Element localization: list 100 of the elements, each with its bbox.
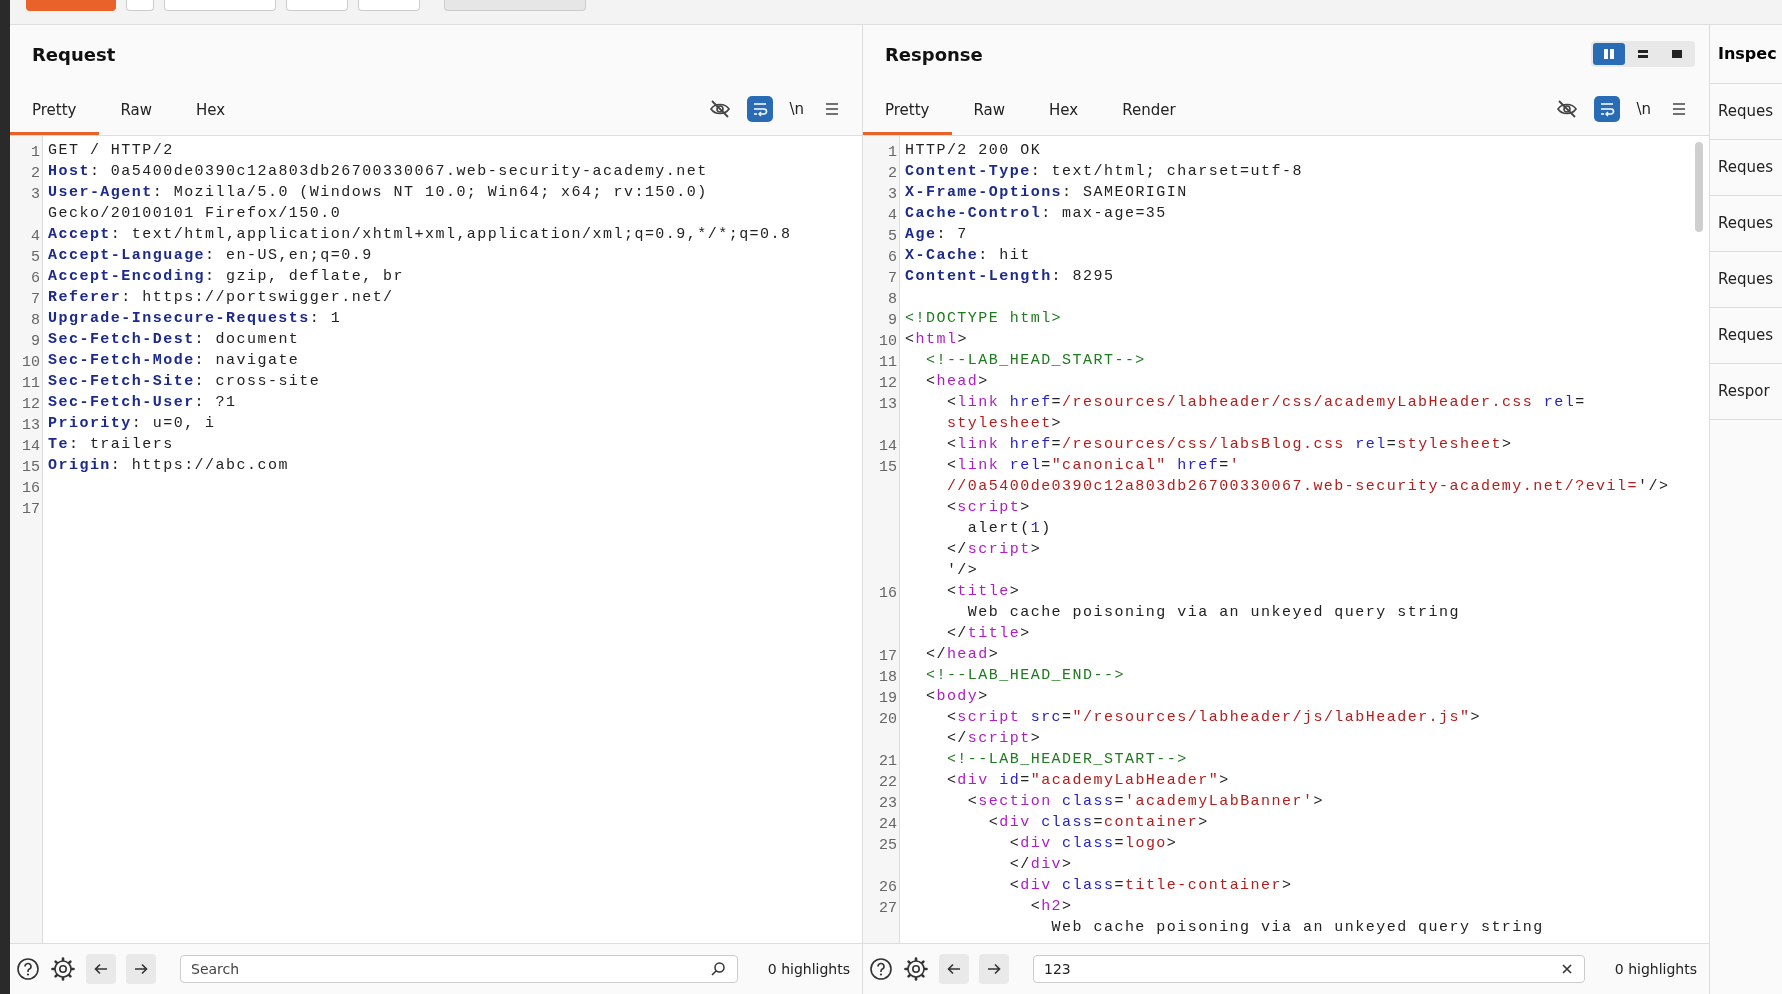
line-number: 11 bbox=[22, 374, 40, 392]
panel-title: Response bbox=[885, 43, 983, 65]
editor-tab[interactable]: Raw bbox=[98, 83, 175, 135]
line-number: 17 bbox=[22, 500, 40, 518]
inspector-section[interactable]: Reques bbox=[1710, 252, 1782, 308]
rows-icon bbox=[1637, 48, 1649, 60]
code-line: <!--LAB_HEAD_START--> bbox=[924, 352, 1146, 369]
line-number: 18 bbox=[879, 668, 897, 686]
wrap-icon bbox=[752, 101, 769, 117]
newline-toggle[interactable]: \n bbox=[783, 98, 810, 120]
code-line: Age: 7 bbox=[905, 226, 968, 243]
help-icon[interactable] bbox=[869, 957, 893, 981]
code-line: <div class=title-container> bbox=[1008, 877, 1293, 894]
code-line: <title> bbox=[945, 583, 1021, 600]
line-number: 3 bbox=[888, 185, 897, 203]
line-number: 15 bbox=[22, 458, 40, 476]
line-number: 20 bbox=[879, 710, 897, 728]
line-number: 12 bbox=[879, 374, 897, 392]
code-line: User-Agent: Mozilla/5.0 (Windows NT 10.0; Win64; x64; rv:150.0) bbox=[48, 184, 708, 201]
search-field[interactable]: 123 bbox=[1033, 955, 1585, 983]
code-line: Accept-Encoding: gzip, deflate, br bbox=[48, 268, 405, 285]
line-number: 16 bbox=[22, 479, 40, 497]
menu-icon[interactable] bbox=[824, 101, 840, 117]
inspector-section[interactable]: Reques bbox=[1710, 84, 1782, 140]
highlights-count: 0 highlights bbox=[1614, 961, 1697, 977]
line-number: 5 bbox=[888, 227, 897, 245]
search-icon[interactable] bbox=[709, 961, 726, 977]
line-number: 14 bbox=[22, 437, 40, 455]
arrow-left-icon bbox=[93, 961, 109, 977]
line-number: 8 bbox=[31, 311, 40, 329]
editor-tab[interactable]: Hex bbox=[1027, 83, 1101, 135]
line-number: 15 bbox=[879, 458, 897, 476]
code-line: </title> bbox=[945, 625, 1031, 642]
layout-toggle[interactable] bbox=[1593, 43, 1625, 65]
line-number: 13 bbox=[879, 395, 897, 413]
settings-icon[interactable] bbox=[903, 956, 929, 982]
eye-slash-icon[interactable] bbox=[709, 98, 732, 120]
code-line: <body> bbox=[924, 688, 989, 705]
panel-title: Request bbox=[32, 43, 116, 65]
code-line: Sec-Fetch-Dest: document bbox=[48, 331, 300, 348]
code-line: X-Frame-Options: SAMEORIGIN bbox=[905, 184, 1188, 201]
code-line: </head> bbox=[924, 646, 1000, 663]
line-number: 6 bbox=[31, 269, 40, 287]
code-line: <html> bbox=[905, 331, 968, 348]
code-line: X-Cache: hit bbox=[905, 247, 1031, 264]
scrollbar[interactable] bbox=[1695, 142, 1703, 232]
line-number: 17 bbox=[879, 647, 897, 665]
line-number: 14 bbox=[879, 437, 897, 455]
wrap-icon bbox=[1599, 101, 1616, 117]
arrow-left-icon bbox=[946, 961, 962, 977]
editor-tab[interactable]: Hex bbox=[174, 83, 248, 135]
line-number: 23 bbox=[879, 794, 897, 812]
columns-icon bbox=[1603, 48, 1615, 60]
inspector-section[interactable]: Reques bbox=[1710, 308, 1782, 364]
previous-button[interactable] bbox=[939, 954, 969, 984]
code-line: Origin: https://abc.com bbox=[48, 457, 289, 474]
line-number: 1 bbox=[31, 143, 40, 161]
code-line: Cache-Control: max-age=35 bbox=[905, 205, 1167, 222]
next-button[interactable] bbox=[979, 954, 1009, 984]
code-line: Accept: text/html,application/xhtml+xml,application/xml;q=0.9,*/*;q=0.8 bbox=[48, 226, 792, 243]
line-number: 4 bbox=[888, 206, 897, 224]
line-number: 7 bbox=[888, 269, 897, 287]
code-line: Accept-Language: en-US,en;q=0.9 bbox=[48, 247, 373, 264]
code-line: </script> bbox=[945, 730, 1042, 747]
clear-icon[interactable] bbox=[1560, 963, 1573, 975]
word-wrap-toggle[interactable] bbox=[747, 96, 774, 122]
inspector-title: Inspec bbox=[1710, 25, 1782, 84]
line-number: 21 bbox=[879, 752, 897, 770]
code-line: <link rel="canonical" href=' bbox=[945, 457, 1241, 474]
editor-tab[interactable]: Render bbox=[1100, 83, 1198, 135]
line-number: 6 bbox=[888, 248, 897, 266]
inspector-section[interactable]: Reques bbox=[1710, 196, 1782, 252]
code-line: '/> bbox=[945, 562, 979, 579]
code-line: Sec-Fetch-User: ?1 bbox=[48, 394, 237, 411]
line-number: 8 bbox=[888, 290, 897, 308]
code-line: Web cache poisoning via an unkeyed query string bbox=[1050, 919, 1544, 936]
search-field[interactable]: Search bbox=[180, 955, 738, 983]
previous-button[interactable] bbox=[86, 954, 116, 984]
code-line: Gecko/20100101 Firefox/150.0 bbox=[48, 205, 342, 222]
highlights-count: 0 highlights bbox=[767, 961, 850, 977]
eye-slash-icon[interactable] bbox=[1556, 98, 1579, 120]
line-number: 9 bbox=[31, 332, 40, 350]
line-number: 25 bbox=[879, 836, 897, 854]
next-button[interactable] bbox=[126, 954, 156, 984]
line-number: 10 bbox=[879, 332, 897, 350]
code-line: alert(1) bbox=[966, 520, 1052, 537]
line-number: 10 bbox=[22, 353, 40, 371]
newline-toggle[interactable]: \n bbox=[1630, 98, 1657, 120]
code-line: <script src="/resources/labheader/js/labHeader.js"> bbox=[945, 709, 1481, 726]
inspector-section[interactable]: Respor bbox=[1710, 364, 1782, 420]
help-icon[interactable] bbox=[16, 957, 40, 981]
word-wrap-toggle[interactable] bbox=[1594, 96, 1621, 122]
line-number: 11 bbox=[879, 353, 897, 371]
code-line: HTTP/2 200 OK bbox=[905, 142, 1042, 159]
code-line: </script> bbox=[945, 541, 1042, 558]
editor-tab[interactable]: Raw bbox=[951, 83, 1028, 135]
settings-icon[interactable] bbox=[50, 956, 76, 982]
inspector-section[interactable]: Reques bbox=[1710, 140, 1782, 196]
code-line: Te: trailers bbox=[48, 436, 174, 453]
menu-icon[interactable] bbox=[1671, 101, 1687, 117]
